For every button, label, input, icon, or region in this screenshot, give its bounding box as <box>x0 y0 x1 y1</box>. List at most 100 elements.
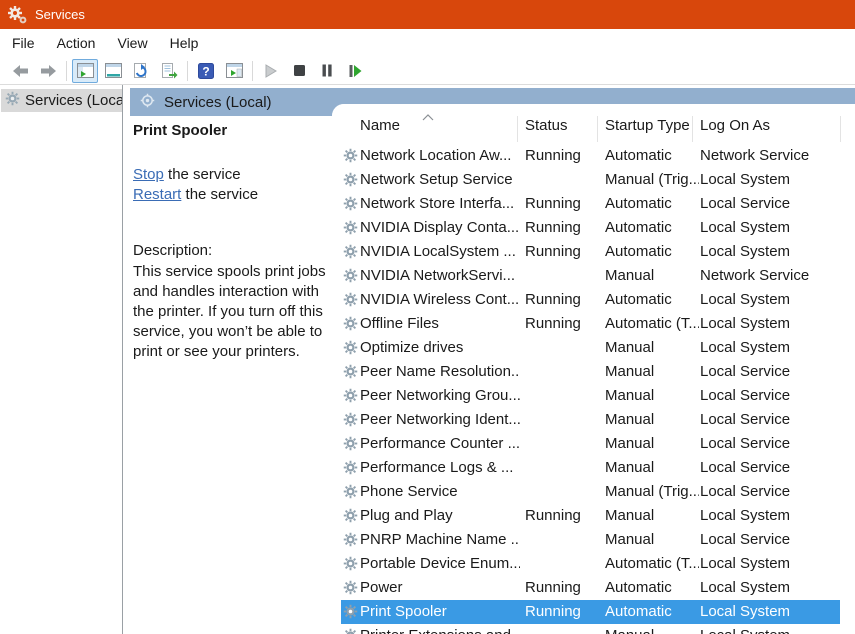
tree-item-label: Services (Loca <box>25 92 122 109</box>
help-button[interactable]: ? <box>193 59 219 83</box>
service-log-on-as: Local Service <box>700 456 838 480</box>
help-icon: ? <box>198 63 214 79</box>
table-row[interactable]: Print SpoolerRunningAutomaticLocal Syste… <box>341 600 840 624</box>
table-row[interactable]: Network Store Interfa...RunningAutomatic… <box>341 192 840 216</box>
service-status <box>525 384 603 408</box>
table-row[interactable]: NVIDIA LocalSystem ...RunningAutomaticLo… <box>341 240 840 264</box>
menu-view[interactable]: View <box>106 31 158 55</box>
stop-service-button[interactable] <box>286 59 312 83</box>
pause-service-button[interactable] <box>314 59 340 83</box>
menu-action[interactable]: Action <box>46 31 107 55</box>
restart-service-button[interactable] <box>342 59 368 83</box>
service-name: Plug and Play <box>360 504 520 528</box>
service-gear-icon <box>343 196 358 212</box>
start-service-button[interactable] <box>258 59 284 83</box>
service-status: Running <box>525 216 603 240</box>
stop-service-line: Stop the service <box>133 166 241 183</box>
service-gear-icon <box>343 244 358 260</box>
table-row[interactable]: Peer Networking Grou...ManualLocal Servi… <box>341 384 840 408</box>
table-row[interactable]: Optimize drivesManualLocal System <box>341 336 840 360</box>
back-button[interactable] <box>7 59 33 83</box>
table-row[interactable]: Network Location Aw...RunningAutomaticNe… <box>341 144 840 168</box>
table-row[interactable]: Network Setup ServiceManual (Trig...Loca… <box>341 168 840 192</box>
service-status <box>525 168 603 192</box>
table-row[interactable]: Plug and PlayRunningManualLocal System <box>341 504 840 528</box>
service-name: Optimize drives <box>360 336 520 360</box>
table-row[interactable]: PowerRunningAutomaticLocal System <box>341 576 840 600</box>
service-startup-type: Manual (Trig... <box>605 168 699 192</box>
toolbar: ? <box>0 57 855 85</box>
table-row[interactable]: NVIDIA Wireless Cont...RunningAutomaticL… <box>341 288 840 312</box>
table-row[interactable]: Peer Networking Ident...ManualLocal Serv… <box>341 408 840 432</box>
title-bar: Services <box>0 0 855 29</box>
service-log-on-as: Local Service <box>700 432 838 456</box>
service-name: Peer Networking Grou... <box>360 384 520 408</box>
properties-button[interactable] <box>100 59 126 83</box>
show-console-tree-button[interactable] <box>72 59 98 83</box>
menu-help[interactable]: Help <box>159 31 210 55</box>
service-log-on-as: Local Service <box>700 480 838 504</box>
table-row[interactable]: NVIDIA NetworkServi...ManualNetwork Serv… <box>341 264 840 288</box>
service-log-on-as: Local System <box>700 288 838 312</box>
table-row[interactable]: PNRP Machine Name ...ManualLocal Service <box>341 528 840 552</box>
service-status <box>525 480 603 504</box>
service-startup-type: Manual <box>605 624 699 634</box>
stop-link-suffix: the service <box>164 166 241 183</box>
column-divider[interactable] <box>840 116 841 142</box>
menu-file[interactable]: File <box>1 31 46 55</box>
service-status <box>525 336 603 360</box>
service-gear-icon <box>343 316 358 332</box>
service-startup-type: Automatic <box>605 240 699 264</box>
export-list-button[interactable] <box>156 59 182 83</box>
service-log-on-as: Local System <box>700 600 838 624</box>
service-name: Peer Networking Ident... <box>360 408 520 432</box>
service-status <box>525 360 603 384</box>
column-header-status[interactable]: Status <box>525 117 568 134</box>
service-status: Running <box>525 312 603 336</box>
column-header-name[interactable]: Name <box>360 117 400 134</box>
tree-item-services-local[interactable]: Services (Loca <box>1 89 122 112</box>
column-header-startup-type[interactable]: Startup Type <box>605 117 690 134</box>
table-row[interactable]: Offline FilesRunningAutomatic (T...Local… <box>341 312 840 336</box>
service-status <box>525 624 603 634</box>
service-gear-icon <box>343 628 358 634</box>
table-row[interactable]: Peer Name Resolution...ManualLocal Servi… <box>341 360 840 384</box>
start-service-icon <box>265 64 277 78</box>
table-row[interactable]: Performance Counter ...ManualLocal Servi… <box>341 432 840 456</box>
show-action-pane-button[interactable] <box>221 59 247 83</box>
table-row[interactable]: Phone ServiceManual (Trig...Local Servic… <box>341 480 840 504</box>
action-pane-icon <box>226 63 243 78</box>
column-header-log-on-as[interactable]: Log On As <box>700 117 770 134</box>
service-name: Performance Counter ... <box>360 432 520 456</box>
table-row[interactable]: Portable Device Enum...Automatic (T...Lo… <box>341 552 840 576</box>
service-log-on-as: Local System <box>700 552 838 576</box>
column-divider[interactable] <box>517 116 518 142</box>
service-startup-type: Manual <box>605 360 699 384</box>
refresh-button[interactable] <box>128 59 154 83</box>
service-name: Performance Logs & ... <box>360 456 520 480</box>
sort-ascending-icon <box>422 108 434 125</box>
stop-service-link[interactable]: Stop <box>133 166 164 183</box>
table-row[interactable]: Printer Extensions and...ManualLocal Sys… <box>341 624 840 634</box>
service-log-on-as: Local System <box>700 336 838 360</box>
service-name: NVIDIA LocalSystem ... <box>360 240 520 264</box>
restart-service-link[interactable]: Restart <box>133 186 181 203</box>
table-row[interactable]: NVIDIA Display Conta...RunningAutomaticL… <box>341 216 840 240</box>
service-name: NVIDIA Display Conta... <box>360 216 520 240</box>
window-title: Services <box>35 7 85 22</box>
table-rows: Network Location Aw...RunningAutomaticNe… <box>332 144 855 634</box>
list-header-row: Name Status Startup Type Log On As <box>332 104 855 144</box>
service-gear-icon <box>343 364 358 380</box>
service-status: Running <box>525 504 603 528</box>
service-status <box>525 552 603 576</box>
column-divider[interactable] <box>692 116 693 142</box>
console-tree-panel: Services (Loca <box>0 85 123 634</box>
forward-button[interactable] <box>35 59 61 83</box>
restart-link-suffix: the service <box>181 186 258 203</box>
service-gear-icon <box>343 412 358 428</box>
column-divider[interactable] <box>597 116 598 142</box>
table-row[interactable]: Performance Logs & ...ManualLocal Servic… <box>341 456 840 480</box>
service-name: PNRP Machine Name ... <box>360 528 520 552</box>
service-name: NVIDIA Wireless Cont... <box>360 288 520 312</box>
service-name: Power <box>360 576 520 600</box>
